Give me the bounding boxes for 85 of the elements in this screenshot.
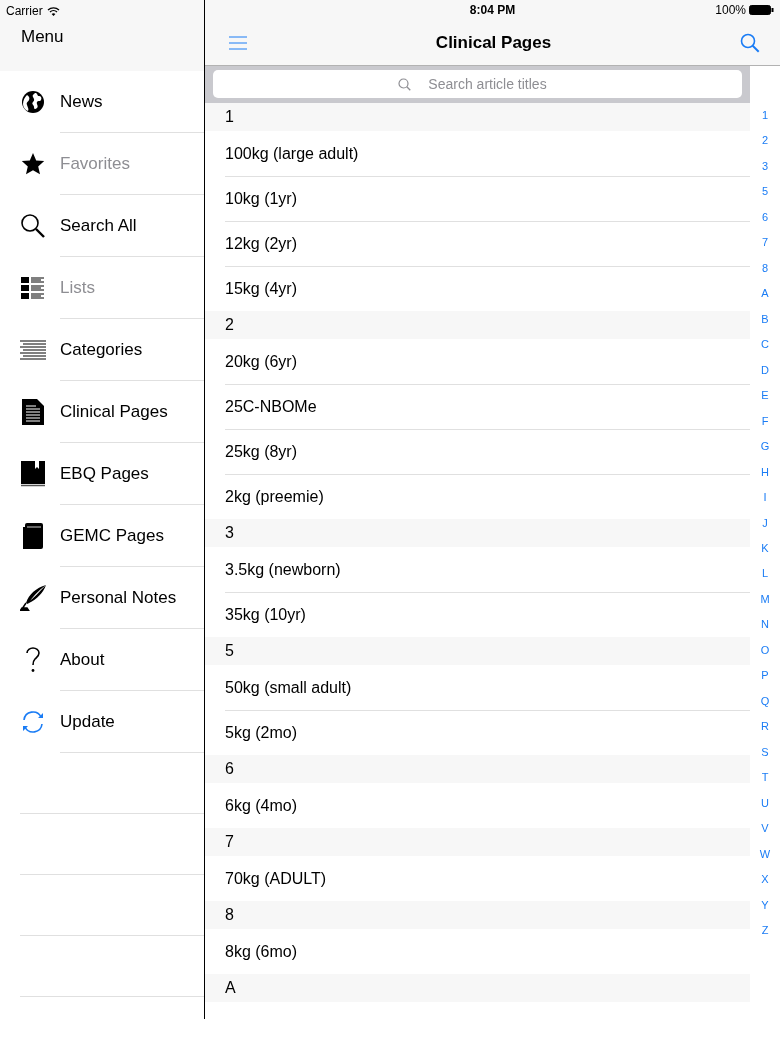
list-item[interactable]: 12kg (2yr)	[225, 221, 750, 266]
list-item[interactable]: 3.5kg (newborn)	[205, 547, 750, 592]
index-letter[interactable]: 6	[761, 210, 769, 224]
index-letter[interactable]: N	[761, 618, 769, 632]
menu-item[interactable]: News	[0, 71, 204, 132]
star-icon	[21, 151, 45, 176]
menu-item[interactable]: GEMC Pages	[0, 505, 204, 566]
list-item[interactable]: 50kg (small adult)	[205, 665, 750, 710]
index-letter[interactable]: T	[761, 771, 769, 785]
list-item[interactable]: 6kg (4mo)	[205, 783, 750, 828]
wifi-icon	[46, 6, 60, 16]
index-letter[interactable]: J	[762, 516, 768, 530]
menu-item[interactable]: About	[0, 629, 204, 690]
section-header: 2	[205, 311, 750, 339]
section-header: 1	[205, 103, 750, 131]
index-letter[interactable]: X	[761, 873, 769, 887]
index-letter[interactable]: G	[760, 440, 770, 454]
index-letter[interactable]: D	[761, 363, 769, 377]
book-icon	[21, 460, 45, 487]
index-letter[interactable]: F	[761, 414, 769, 428]
index-letter[interactable]: U	[761, 796, 769, 810]
index-letter[interactable]: 5	[761, 185, 769, 199]
index-letter[interactable]: K	[761, 541, 769, 555]
index-letter[interactable]: B	[761, 312, 769, 326]
list-item[interactable]: 20kg (6yr)	[205, 339, 750, 384]
search-icon	[740, 32, 760, 53]
list-item[interactable]: 25kg (8yr)	[225, 429, 750, 474]
section-header: 7	[205, 828, 750, 856]
index-letter[interactable]: 1	[761, 109, 769, 122]
list-item[interactable]: 10kg (1yr)	[225, 176, 750, 221]
section-header: A	[205, 974, 750, 1002]
document-icon	[22, 398, 44, 425]
index-letter[interactable]: O	[760, 643, 770, 657]
index-letter[interactable]: H	[761, 465, 769, 479]
menu-item[interactable]: Search All	[0, 195, 204, 256]
carrier-label: Carrier	[6, 4, 43, 18]
menu-button[interactable]	[229, 35, 247, 50]
menu-item[interactable]: EBQ Pages	[0, 443, 204, 504]
refresh-icon	[20, 709, 46, 734]
list-item[interactable]: 70kg (ADULT)	[205, 856, 750, 901]
menu-item[interactable]: Categories	[0, 319, 204, 380]
index-letter[interactable]: L	[761, 567, 769, 581]
battery-icon	[749, 5, 774, 15]
menu-icon	[229, 35, 247, 50]
globe-icon	[21, 89, 45, 114]
index-letter[interactable]: V	[761, 822, 769, 836]
index-letter[interactable]: M	[760, 592, 770, 606]
index-letter[interactable]: S	[761, 745, 769, 759]
question-icon	[25, 646, 41, 673]
list-item[interactable]: 25C-NBOMe	[225, 384, 750, 429]
index-letter[interactable]: I	[763, 491, 767, 505]
index-letter[interactable]: 2	[761, 134, 769, 148]
index-letter[interactable]: E	[761, 389, 769, 403]
list-item[interactable]: 100kg (large adult)	[205, 131, 750, 176]
book-icon	[23, 522, 43, 549]
index-letter[interactable]: C	[761, 338, 769, 352]
search-icon	[397, 78, 411, 91]
index-letter[interactable]: 8	[761, 261, 769, 275]
index-letter[interactable]: Z	[761, 924, 769, 937]
list-item[interactable]: 8kg (6mo)	[205, 929, 750, 974]
menu-title: Menu	[21, 27, 64, 47]
section-header: 3	[205, 519, 750, 547]
battery-level: 100%	[715, 3, 746, 17]
list-icon	[21, 275, 45, 300]
search-button[interactable]	[740, 32, 760, 53]
section-header: 6	[205, 755, 750, 783]
search-field[interactable]: Search article titles	[213, 70, 742, 98]
status-time: 8:04 PM	[469, 3, 516, 17]
index-letter[interactable]: W	[759, 847, 771, 861]
index-letter[interactable]: 7	[761, 236, 769, 250]
index-letter[interactable]: R	[761, 720, 769, 734]
index-letter[interactable]: 3	[761, 159, 769, 173]
index-letter[interactable]: A	[761, 287, 769, 301]
index-letter[interactable]: Y	[761, 898, 769, 912]
index-letter[interactable]: P	[761, 669, 769, 683]
quill-icon	[20, 584, 46, 611]
lines-icon	[20, 339, 46, 360]
section-header: 8	[205, 901, 750, 929]
nav-title: Clinical Pages	[435, 32, 552, 53]
section-header: 5	[205, 637, 750, 665]
menu-item[interactable]: Update	[0, 691, 204, 752]
menu-item[interactable]: Clinical Pages	[0, 381, 204, 442]
menu-item[interactable]: Personal Notes	[0, 567, 204, 628]
index-letter[interactable]: Q	[760, 694, 770, 708]
search-icon	[20, 212, 46, 239]
